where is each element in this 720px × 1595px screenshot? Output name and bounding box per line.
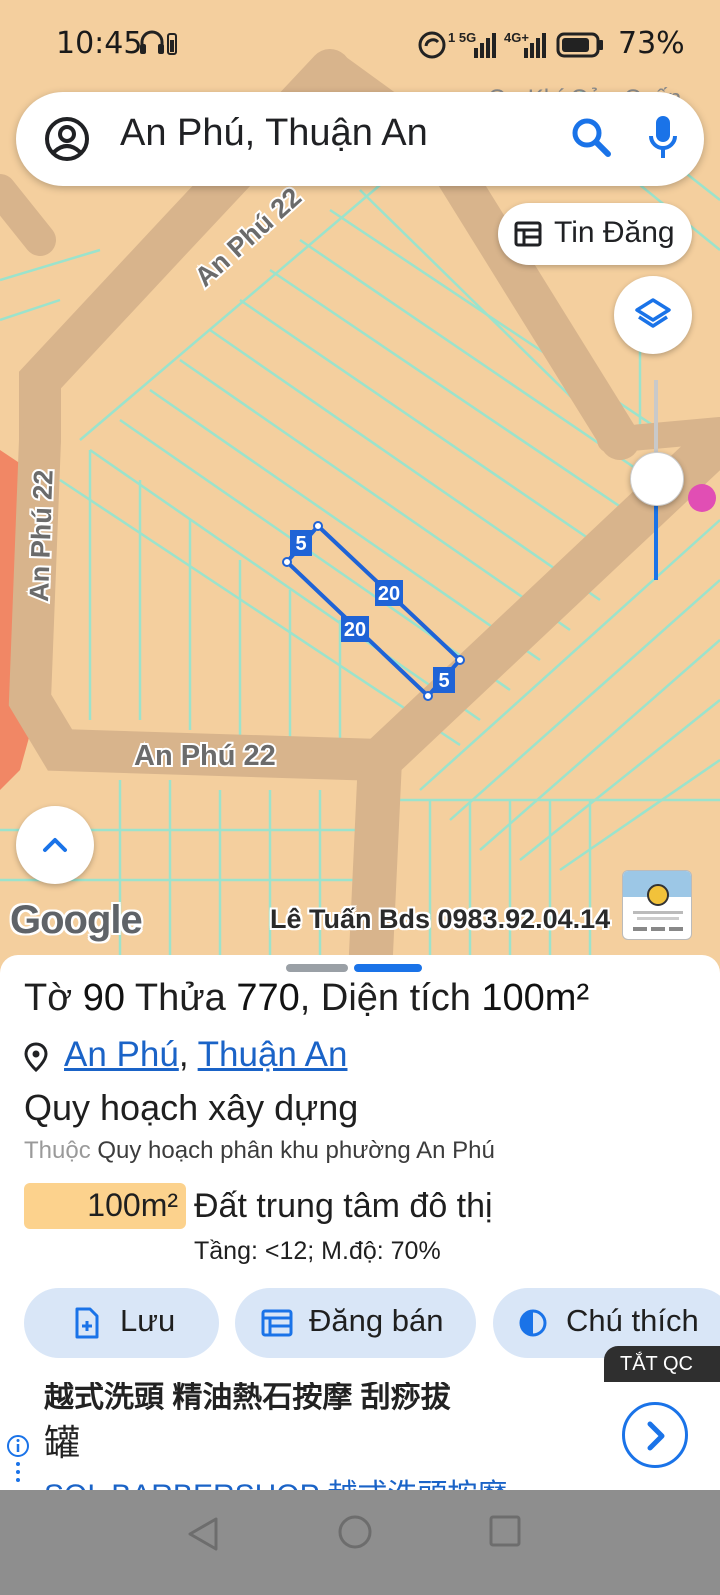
headphones-icon bbox=[140, 30, 177, 55]
map-view[interactable]: An Phú 22 An Phú 22 An Phú 22 Cơ Khí Cửa… bbox=[0, 0, 720, 975]
ad-headline-cont: 罐 bbox=[44, 1422, 81, 1463]
post-sale-button[interactable]: Đăng bán bbox=[235, 1288, 476, 1358]
ad-headline: 越式洗頭 精油熱石按摩 刮痧拔 bbox=[44, 1382, 451, 1414]
opacity-slider-knob[interactable] bbox=[630, 452, 684, 506]
profile-thumbnail[interactable] bbox=[622, 870, 692, 940]
location-pin-icon bbox=[24, 1042, 48, 1072]
search-icon[interactable] bbox=[570, 116, 614, 160]
sheet-handle-active[interactable] bbox=[354, 964, 422, 972]
layers-button[interactable] bbox=[614, 276, 692, 354]
ad-advertiser[interactable]: SOL BARBERSHOP 越式洗頭按摩 bbox=[44, 1470, 507, 1490]
recents-icon[interactable] bbox=[488, 1514, 522, 1548]
ad-info-icon[interactable] bbox=[6, 1434, 30, 1490]
mic-icon[interactable] bbox=[648, 114, 678, 162]
plan-heading: Quy hoạch xây dựng bbox=[24, 1087, 359, 1128]
dim-label: 5 bbox=[295, 533, 306, 555]
chevron-right-icon bbox=[647, 1421, 665, 1451]
svg-text:1 5G: 1 5G bbox=[448, 30, 476, 45]
ad-banner[interactable]: 越式洗頭 精油熱石按摩 刮痧拔 罐 SOL BARBERSHOP 越式洗頭按摩 bbox=[0, 1382, 720, 1490]
system-nav-bar bbox=[0, 1490, 720, 1595]
status-time: 10:45 bbox=[56, 26, 143, 61]
zone-area-badge: 100m² bbox=[24, 1183, 186, 1229]
road-label-bottom: An Phú 22 bbox=[134, 740, 276, 772]
parcel-info-sheet[interactable]: Tờ 90 Thửa 770, Diện tích 100m² An Phú, … bbox=[0, 955, 720, 1385]
calendar-list-icon bbox=[261, 1309, 293, 1337]
save-button[interactable]: Lưu bbox=[24, 1288, 219, 1358]
back-icon[interactable] bbox=[186, 1516, 220, 1552]
dim-label: 20 bbox=[378, 583, 400, 605]
add-file-icon bbox=[75, 1307, 99, 1339]
city-link[interactable]: Thuận An bbox=[198, 1035, 348, 1074]
road-label-left: An Phú 22 bbox=[24, 469, 59, 602]
status-bar: 10:45 1 5G 4G+ 73% bbox=[0, 0, 720, 90]
post-sale-label: Đăng bán bbox=[309, 1303, 444, 1338]
watermark: Lê Tuấn Bds 0983.92.04.14 bbox=[270, 904, 611, 934]
listing-icon bbox=[514, 221, 542, 247]
ad-open-button[interactable] bbox=[622, 1402, 688, 1468]
dim-label: 5 bbox=[438, 670, 449, 692]
contrast-icon bbox=[519, 1309, 547, 1337]
ward-link[interactable]: An Phú bbox=[64, 1035, 179, 1074]
layers-icon bbox=[635, 298, 671, 328]
expand-button[interactable] bbox=[16, 806, 94, 884]
battery-percent: 73% bbox=[618, 26, 685, 61]
svg-text:4G+: 4G+ bbox=[504, 30, 529, 45]
hide-ads-button[interactable]: TẮT QC bbox=[604, 1346, 720, 1382]
zone-detail: Tầng: <12; M.độ: 70% bbox=[194, 1237, 441, 1265]
plan-belongs: Thuộc Quy hoạch phân khu phường An Phú bbox=[24, 1137, 495, 1164]
save-label: Lưu bbox=[120, 1303, 176, 1338]
signal-icons: 1 5G 4G+ bbox=[418, 30, 603, 59]
dim-label: 20 bbox=[344, 619, 366, 641]
sheet-handle[interactable] bbox=[286, 964, 348, 972]
place-marker-icon[interactable] bbox=[688, 484, 716, 512]
chevron-up-icon bbox=[43, 838, 67, 852]
search-bar[interactable]: An Phú, Thuận An bbox=[16, 92, 704, 186]
account-icon[interactable] bbox=[42, 114, 92, 164]
profile-thumbnail-icon bbox=[623, 871, 691, 931]
parcel-title: Tờ 90 Thửa 770, Diện tích 100m² bbox=[24, 977, 590, 1019]
listings-chip-label: Tin Đăng bbox=[554, 216, 675, 249]
search-query[interactable]: An Phú, Thuận An bbox=[120, 112, 428, 155]
google-logo: Google bbox=[10, 898, 143, 942]
location-row: An Phú, Thuận An bbox=[24, 1035, 347, 1075]
home-icon[interactable] bbox=[337, 1514, 373, 1550]
legend-label: Chú thích bbox=[566, 1303, 699, 1338]
listings-chip[interactable]: Tin Đăng bbox=[498, 203, 692, 265]
zone-name: Đất trung tâm đô thị bbox=[194, 1187, 493, 1225]
